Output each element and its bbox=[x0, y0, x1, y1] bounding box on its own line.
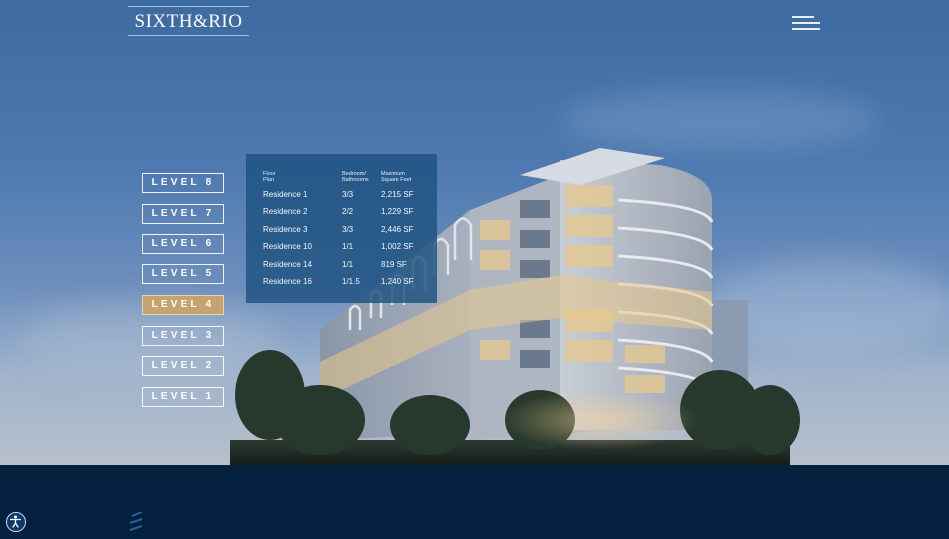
table-row[interactable]: Residence 16 1/1.5 1,240 SF bbox=[246, 277, 437, 291]
sqft-value: 2,215 SF bbox=[381, 190, 414, 199]
sqft-value: 1,002 SF bbox=[381, 242, 414, 251]
level-2-button[interactable]: LEVEL 2 bbox=[142, 356, 224, 376]
accessibility-icon[interactable] bbox=[6, 512, 26, 532]
level-8-button[interactable]: LEVEL 8 bbox=[142, 173, 224, 193]
level-1-button[interactable]: LEVEL 1 bbox=[142, 387, 224, 407]
sqft-value: 1,229 SF bbox=[381, 207, 414, 216]
bed-bath-value: 1/1.5 bbox=[342, 277, 360, 286]
residence-name: Residence 3 bbox=[263, 225, 308, 234]
sqft-value: 819 SF bbox=[381, 260, 407, 269]
table-row[interactable]: Residence 10 1/1 1,002 SF bbox=[246, 242, 437, 256]
hero-section: SIXTH&RIO LEVEL 8 LEVEL 7 LEVEL 6 LEVEL … bbox=[0, 0, 949, 465]
accessibility-figure-icon bbox=[9, 515, 22, 528]
sqft-value: 1,240 SF bbox=[381, 277, 414, 286]
header-floor-plan: Floor Plan bbox=[263, 171, 276, 183]
level-6-button[interactable]: LEVEL 6 bbox=[142, 234, 224, 254]
residence-name: Residence 1 bbox=[263, 190, 308, 199]
header-bed-bath: Bedroom/ Bathrooms bbox=[342, 171, 369, 183]
table-row[interactable]: Residence 2 2/2 1,229 SF bbox=[246, 207, 437, 221]
bed-bath-value: 2/2 bbox=[342, 207, 354, 216]
bed-bath-value: 3/3 bbox=[342, 225, 354, 234]
hamburger-menu-icon[interactable] bbox=[792, 14, 822, 34]
residence-name: Residence 2 bbox=[263, 207, 308, 216]
level-7-button[interactable]: LEVEL 7 bbox=[142, 204, 224, 224]
table-row[interactable]: Residence 14 1/1 819 SF bbox=[246, 260, 437, 274]
table-row[interactable]: Residence 3 3/3 2,446 SF bbox=[246, 225, 437, 239]
residence-name: Residence 10 bbox=[263, 242, 312, 251]
bed-bath-value: 1/1 bbox=[342, 242, 354, 251]
bed-bath-value: 1/1 bbox=[342, 260, 354, 269]
sqft-value: 2,446 SF bbox=[381, 225, 414, 234]
header-square-feet: Maximum Square Feet bbox=[381, 171, 412, 183]
floor-plan-panel: Floor Plan Bedroom/ Bathrooms Maximum Sq… bbox=[246, 154, 437, 303]
residence-name: Residence 14 bbox=[263, 260, 312, 269]
bed-bath-value: 3/3 bbox=[342, 190, 354, 199]
residence-name: Residence 16 bbox=[263, 277, 312, 286]
table-row[interactable]: Residence 1 3/3 2,215 SF bbox=[246, 190, 437, 204]
brand-logo[interactable]: SIXTH&RIO bbox=[128, 6, 249, 36]
level-4-button[interactable]: LEVEL 4 bbox=[142, 295, 224, 315]
level-5-button[interactable]: LEVEL 5 bbox=[142, 264, 224, 284]
level-3-button[interactable]: LEVEL 3 bbox=[142, 326, 224, 346]
brand-mark-icon bbox=[129, 512, 143, 531]
